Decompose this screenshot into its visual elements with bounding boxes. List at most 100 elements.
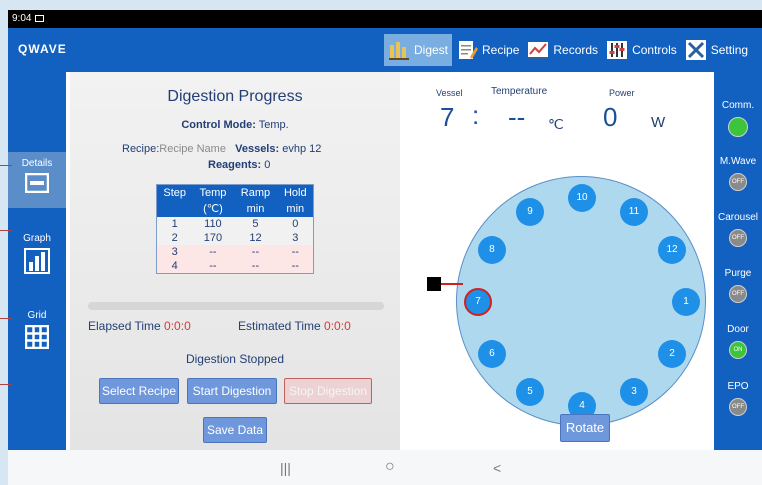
annotation-line	[0, 230, 12, 231]
estimated-value: 0:0:0	[324, 319, 351, 333]
tab-settings[interactable]: Setting	[681, 34, 752, 66]
tab-records[interactable]: Records	[523, 34, 602, 66]
vessel-8[interactable]: 8	[477, 236, 506, 264]
reagents-row: Reagents: 0	[208, 159, 270, 171]
column-unit	[156, 201, 193, 217]
table-unit-row: (℃) min min	[156, 201, 314, 217]
vessel-11[interactable]: 11	[620, 197, 648, 226]
status-led-icon: OFF	[729, 173, 747, 191]
settings-icon	[685, 39, 707, 61]
temperature-unit: ℃	[548, 116, 564, 132]
records-icon	[527, 39, 549, 61]
table-cell: --	[192, 259, 234, 274]
system-nav-bar: ||| ○ <	[8, 450, 762, 485]
tab-label: Setting	[710, 43, 749, 57]
tab-label: Controls	[632, 43, 677, 57]
grid-icon	[25, 325, 49, 349]
status-label: EPO	[727, 381, 749, 392]
save-data-button[interactable]: Save Data	[203, 417, 267, 443]
annotation-line	[0, 384, 12, 385]
app-logo: QWAVE	[18, 42, 67, 56]
table-cell: --	[192, 245, 234, 259]
column-header: Step	[156, 184, 193, 201]
sidebar-item-label: Grid	[27, 310, 47, 321]
annotation-line	[0, 318, 12, 319]
sidebar-item-graph[interactable]: Graph	[8, 227, 66, 283]
recipe-value: Recipe Name	[159, 143, 226, 155]
table-cell: 170	[192, 231, 234, 245]
digest-icon	[388, 39, 410, 61]
home-button[interactable]: ○	[385, 458, 395, 476]
control-mode-row: Control Mode: Temp.	[70, 119, 400, 131]
tab-label: Records	[553, 43, 599, 57]
bar-chart-icon	[24, 248, 50, 274]
status-door: Door ON	[714, 324, 762, 359]
back-button[interactable]: <	[493, 460, 501, 476]
select-recipe-button[interactable]: Select Recipe	[99, 378, 179, 404]
table-cell: --	[277, 259, 314, 274]
elapsed-time: Elapsed Time 0:0:0	[88, 319, 191, 333]
status-led-icon: OFF	[729, 398, 747, 416]
recipe-icon	[456, 39, 479, 61]
vessel-12[interactable]: 12	[658, 236, 687, 264]
readout-separator: :	[472, 100, 480, 130]
sidebar-item-details[interactable]: Details	[8, 152, 66, 208]
elapsed-value: 0:0:0	[164, 319, 191, 333]
table-row: 4 -- -- --	[156, 259, 314, 274]
rotate-button[interactable]: Rotate	[560, 414, 610, 442]
vessel-1[interactable]: 1	[672, 288, 700, 316]
status-purge: Purge OFF	[714, 268, 762, 303]
column-unit: min	[277, 201, 314, 217]
status-comm: Comm.	[714, 100, 762, 137]
table-row: 1 110 5 0	[156, 217, 314, 231]
table-cell: 5	[233, 217, 278, 231]
table-cell: --	[233, 245, 278, 259]
column-header: Temp	[192, 184, 234, 201]
table-header-row: Step Temp Ramp Hold	[156, 184, 314, 201]
power-unit: W	[651, 114, 666, 131]
vessel-10[interactable]: 10	[568, 184, 596, 212]
column-unit: (℃)	[192, 201, 234, 217]
status-led-icon: OFF	[729, 229, 747, 247]
estimated-label: Estimated Time	[238, 319, 321, 333]
column-header: Ramp	[233, 184, 278, 201]
vessel-6[interactable]: 6	[477, 340, 506, 368]
digestion-progress-panel: Digestion Progress Control Mode: Temp. R…	[70, 72, 400, 450]
sidebar-item-grid[interactable]: Grid	[8, 304, 66, 360]
start-digestion-button[interactable]: Start Digestion	[187, 378, 277, 404]
vessel-carousel: 1 2 3 4 5 6 7 8 9 10 11 12	[456, 176, 706, 426]
control-mode-label: Control Mode:	[181, 119, 256, 131]
status-bar: 9:04	[8, 10, 762, 28]
status-label: Carousel	[717, 212, 759, 223]
vessel-label: Vessel	[436, 88, 463, 98]
digestion-progress-bar	[88, 302, 384, 310]
table-cell: 1	[156, 217, 193, 231]
tab-controls[interactable]: Controls	[602, 34, 681, 66]
table-cell: 2	[156, 231, 193, 245]
column-header: Hold	[277, 184, 314, 201]
sidebar-item-label: Details	[21, 158, 53, 169]
table-cell: --	[277, 245, 314, 259]
panel-title: Digestion Progress	[167, 88, 303, 105]
power-label: Power	[609, 88, 635, 98]
carousel-pointer-marker	[427, 277, 441, 291]
stop-digestion-button[interactable]: Stop Digestion	[284, 378, 372, 404]
vessel-3[interactable]: 3	[620, 378, 648, 407]
control-mode-value: Temp.	[258, 119, 289, 131]
reagents-label: Reagents:	[208, 159, 262, 171]
recents-button[interactable]: |||	[280, 460, 291, 476]
tab-recipe[interactable]: Recipe	[452, 34, 523, 66]
vessel-7[interactable]: 7	[464, 288, 492, 316]
temperature-label: Temperature	[491, 86, 548, 97]
vessel-5[interactable]: 5	[516, 378, 544, 407]
vessel-9[interactable]: 9	[516, 197, 544, 226]
table-cell: 0	[277, 217, 314, 231]
vessel-2[interactable]: 2	[658, 340, 687, 368]
status-label: Purge	[724, 268, 752, 279]
vessel-value: 7	[440, 102, 455, 132]
table-row: 3 -- -- --	[156, 245, 314, 259]
table-cell: 12	[233, 231, 278, 245]
tab-digest[interactable]: Digest	[384, 34, 453, 66]
recipe-label: Recipe:	[122, 143, 160, 155]
left-sidebar: Details Graph Grid	[8, 72, 66, 450]
